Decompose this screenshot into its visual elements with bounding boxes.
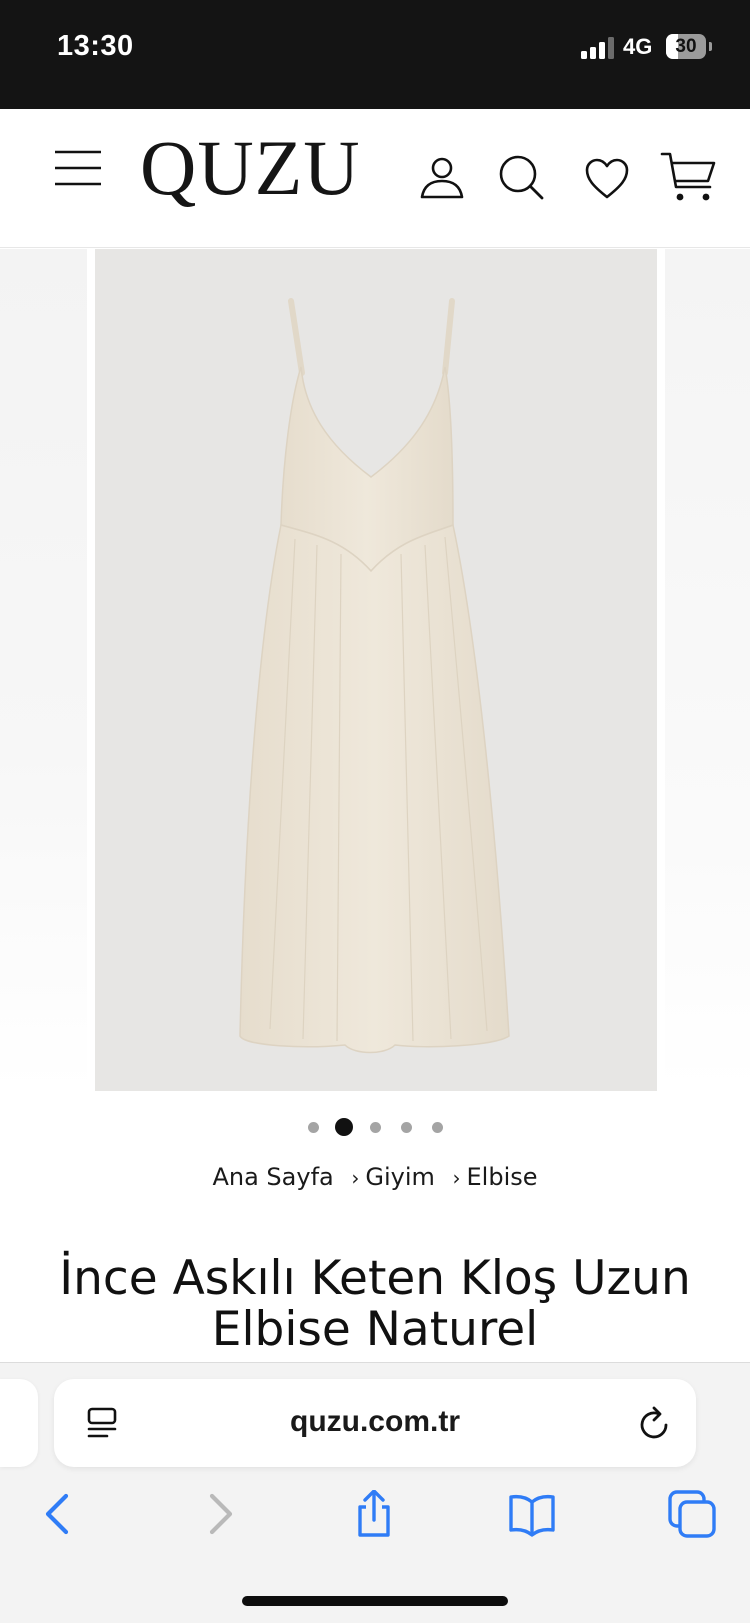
pagination-dot[interactable] [307, 1122, 319, 1133]
pagination-dot-active[interactable] [335, 1118, 353, 1136]
share-icon[interactable] [350, 1490, 398, 1538]
reload-icon[interactable] [638, 1405, 672, 1441]
gallery-slide-previous[interactable] [0, 249, 87, 1091]
address-bar[interactable]: quzu.com.tr [54, 1379, 696, 1467]
gallery-pagination [0, 1117, 750, 1137]
pagination-dot[interactable] [400, 1122, 412, 1133]
gallery-slide-next[interactable] [665, 249, 750, 1091]
breadcrumb-item-clothing[interactable]: Giyim [365, 1163, 435, 1191]
bookmarks-icon[interactable] [508, 1490, 556, 1538]
signal-strength-icon [581, 37, 614, 59]
breadcrumb-separator: › [351, 1166, 360, 1190]
pagination-dot[interactable] [431, 1122, 443, 1133]
breadcrumb-item-home[interactable]: Ana Sayfa [212, 1163, 333, 1191]
url-text[interactable]: quzu.com.tr [54, 1405, 696, 1439]
previous-tab-preview[interactable] [0, 1379, 38, 1467]
tabs-icon[interactable] [668, 1490, 716, 1538]
menu-icon[interactable] [54, 148, 102, 188]
network-type: 4G [623, 34, 653, 59]
back-icon[interactable] [34, 1490, 82, 1538]
status-bar: 13:30 4G 30 [0, 0, 750, 109]
battery-level: 30 [675, 36, 697, 57]
search-icon[interactable] [497, 153, 545, 201]
cart-icon[interactable] [660, 151, 716, 203]
product-title-line1: İnce Askılı Keten Kloş Uzun [59, 1251, 691, 1306]
site-logo[interactable]: QUZU [140, 129, 361, 207]
battery-icon: 30 [666, 34, 706, 59]
site-header: QUZU [0, 109, 750, 248]
product-title-line2: Elbise Naturel [211, 1302, 539, 1357]
battery-tip [709, 42, 712, 51]
product-image [239, 298, 510, 1054]
breadcrumb: Ana Sayfa › Giyim › Elbise [0, 1163, 750, 1197]
pagination-dot[interactable] [369, 1122, 381, 1133]
browser-toolbar: quzu.com.tr [0, 1362, 750, 1623]
breadcrumb-separator: › [452, 1166, 461, 1190]
gallery-slide-current[interactable] [95, 249, 731, 1091]
account-icon[interactable] [418, 153, 466, 201]
wishlist-heart-icon[interactable] [583, 155, 631, 203]
forward-icon[interactable] [196, 1490, 244, 1538]
product-gallery[interactable] [0, 249, 750, 1091]
home-indicator [242, 1596, 508, 1606]
product-title: İnce Askılı Keten Kloş Uzun Elbise Natur… [20, 1253, 730, 1355]
status-time: 13:30 [57, 30, 134, 62]
breadcrumb-item-dress[interactable]: Elbise [467, 1163, 538, 1191]
